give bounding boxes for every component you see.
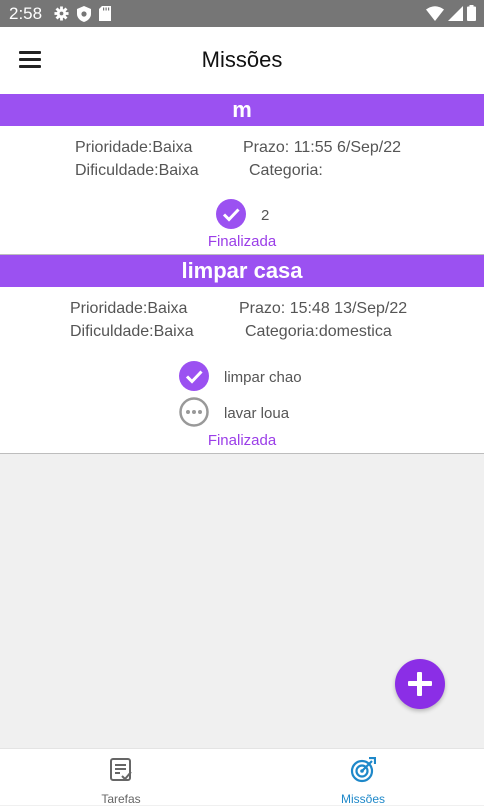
app-bar: Missões: [0, 27, 484, 94]
mission-card[interactable]: m Prioridade:Baixa Prazo: 11:55 6/Sep/22…: [0, 94, 484, 255]
sd-card-icon: [99, 6, 112, 21]
category-text: Categoria:domestica: [245, 323, 392, 340]
deadline-text: Prazo: 11:55 6/Sep/22: [243, 139, 402, 156]
mission-list: m Prioridade:Baixa Prazo: 11:55 6/Sep/22…: [0, 94, 484, 454]
check-circle-icon[interactable]: [179, 361, 209, 391]
mission-info-row: Dificuldade:Baixa Categoria:domestica: [0, 323, 484, 346]
task-item[interactable]: 2: [0, 197, 484, 233]
task-label: 2: [261, 207, 270, 224]
category-text: Categoria:: [249, 162, 323, 179]
status-time: 2:58: [9, 3, 43, 23]
task-item[interactable]: lavar loua: [0, 394, 484, 430]
task-item[interactable]: limpar chao: [0, 358, 484, 394]
battery-icon: [467, 5, 476, 21]
mission-status: Finalizada: [207, 432, 277, 449]
nav-item-tarefas[interactable]: Tarefas: [0, 749, 242, 806]
mission-info-row: Prioridade:Baixa Prazo: 11:55 6/Sep/22: [0, 139, 484, 162]
bottom-navigation: Tarefas Missões: [0, 748, 484, 806]
task-label: limpar chao: [224, 369, 302, 386]
priority-text: Prioridade:Baixa: [70, 300, 188, 317]
task-label: lavar loua: [224, 405, 290, 422]
settings-gear-icon: [54, 6, 69, 21]
difficulty-text: Dificuldade:Baixa: [70, 323, 194, 340]
mission-info-row: Prioridade:Baixa Prazo: 15:48 13/Sep/22: [0, 300, 484, 323]
difficulty-text: Dificuldade:Baixa: [75, 162, 199, 179]
cell-signal-icon: [448, 5, 463, 21]
check-circle-icon[interactable]: [216, 199, 246, 229]
status-bar: 2:58: [0, 0, 484, 27]
pending-circle-icon[interactable]: [179, 397, 209, 427]
shield-icon: [77, 5, 92, 22]
page-title: Missões: [201, 47, 283, 72]
mission-title: limpar casa: [0, 255, 484, 287]
mission-info-row: Dificuldade:Baixa Categoria:: [0, 162, 484, 185]
deadline-text: Prazo: 15:48 13/Sep/22: [239, 300, 408, 317]
task-list-icon: [110, 758, 132, 781]
wifi-icon: [426, 5, 444, 21]
target-icon: [350, 757, 376, 783]
nav-item-missoes[interactable]: Missões: [242, 749, 484, 806]
add-mission-button[interactable]: [395, 659, 445, 709]
mission-title: m: [0, 94, 484, 126]
mission-status: Finalizada: [207, 233, 277, 250]
priority-text: Prioridade:Baixa: [75, 139, 193, 156]
mission-card[interactable]: limpar casa Prioridade:Baixa Prazo: 15:4…: [0, 255, 484, 454]
